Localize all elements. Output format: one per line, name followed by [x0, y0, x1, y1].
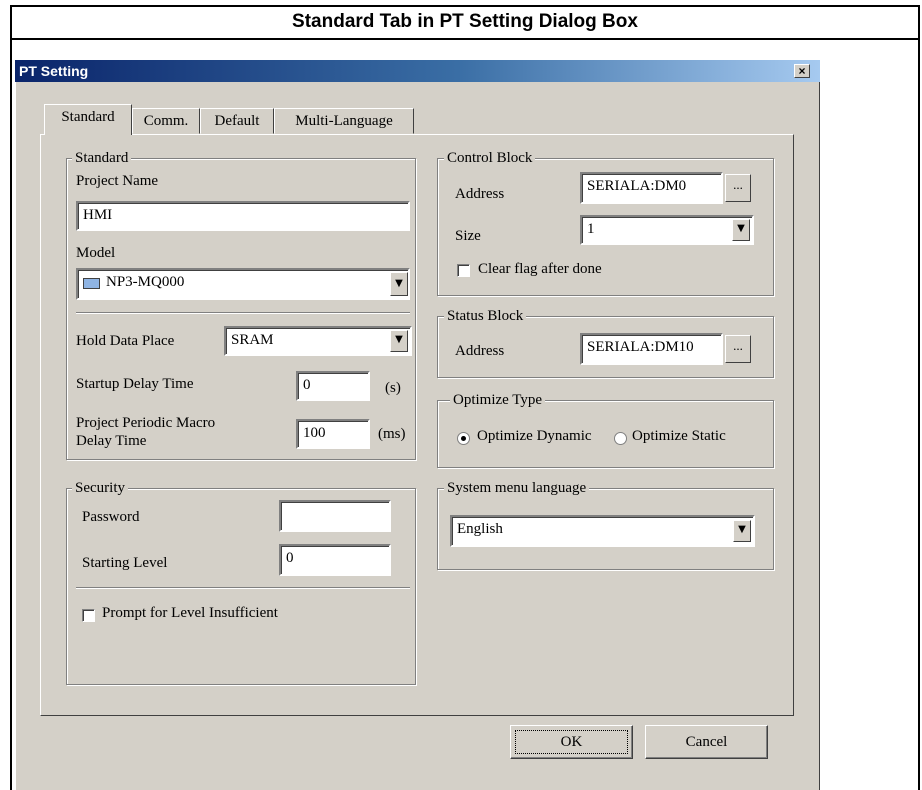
size-label: Size	[455, 228, 481, 244]
security-group-legend: Security	[72, 479, 128, 497]
startup-delay-unit: (s)	[385, 380, 401, 396]
system-menu-language-legend: System menu language	[444, 479, 590, 497]
tab-multi-language[interactable]: Multi-Language	[274, 108, 414, 134]
close-button[interactable]: ×	[794, 64, 810, 78]
hold-data-place-dropdown-button[interactable]: ▼	[390, 330, 408, 352]
control-address-browse-button[interactable]: ...	[725, 174, 751, 202]
model-value: NP3-MQ000	[106, 274, 185, 290]
cancel-label: Cancel	[685, 734, 728, 750]
project-name-input[interactable]: HMI	[76, 201, 410, 231]
control-address-input[interactable]: SERIALA:DM0	[580, 172, 723, 204]
dialog-titlebar[interactable]	[15, 60, 820, 82]
optimize-dynamic-radio[interactable]	[457, 432, 470, 445]
clear-flag-checkbox[interactable]	[457, 264, 470, 277]
dialog-title: PT Setting	[19, 63, 89, 79]
password-input[interactable]	[279, 500, 391, 532]
macro-delay-label-line2: Delay Time	[76, 433, 147, 449]
control-address-label: Address	[455, 186, 505, 202]
system-menu-language-dropdown-button[interactable]: ▼	[733, 520, 751, 542]
figure-caption: Standard Tab in PT Setting Dialog Box	[10, 5, 920, 40]
size-dropdown-button[interactable]: ▼	[732, 219, 750, 241]
ok-focus-rect	[515, 730, 628, 754]
starting-level-label: Starting Level	[82, 555, 168, 571]
tab-default[interactable]: Default	[200, 108, 274, 134]
startup-delay-input[interactable]: 0	[296, 371, 370, 401]
security-separator	[76, 587, 410, 589]
standard-group-legend: Standard	[72, 149, 132, 167]
standard-separator	[76, 312, 410, 314]
model-label: Model	[76, 245, 116, 261]
close-icon: ×	[798, 64, 806, 78]
model-dropdown-button[interactable]: ▼	[390, 272, 408, 296]
hold-data-place-select[interactable]: SRAM	[224, 326, 412, 356]
status-address-browse-button[interactable]: ...	[725, 335, 751, 363]
hold-data-place-label: Hold Data Place	[76, 333, 175, 349]
status-address-input[interactable]: SERIALA:DM10	[580, 333, 723, 365]
password-label: Password	[82, 509, 140, 525]
radio-selected-dot	[461, 436, 466, 441]
cancel-button[interactable]: Cancel	[645, 725, 768, 759]
control-block-legend: Control Block	[444, 149, 536, 167]
tab-standard[interactable]: Standard	[44, 104, 132, 135]
tab-comm[interactable]: Comm.	[132, 108, 200, 134]
ok-button[interactable]: OK	[510, 725, 633, 759]
optimize-static-radio[interactable]	[614, 432, 627, 445]
startup-delay-label: Startup Delay Time	[76, 376, 194, 392]
macro-delay-label-line1: Project Periodic Macro	[76, 415, 216, 431]
clear-flag-label: Clear flag after done	[478, 261, 602, 277]
optimize-type-legend: Optimize Type	[450, 391, 546, 409]
optimize-dynamic-label: Optimize Dynamic	[477, 428, 592, 444]
optimize-static-label: Optimize Static	[632, 428, 726, 444]
status-block-legend: Status Block	[444, 307, 527, 325]
starting-level-input[interactable]: 0	[279, 544, 391, 576]
macro-delay-input[interactable]: 100	[296, 419, 370, 449]
prompt-level-checkbox[interactable]	[82, 609, 95, 622]
display-icon	[83, 278, 100, 289]
prompt-level-label: Prompt for Level Insufficient	[102, 605, 278, 621]
size-select[interactable]: 1	[580, 215, 754, 245]
project-name-label: Project Name	[76, 173, 159, 189]
status-address-label: Address	[455, 343, 505, 359]
system-menu-language-select[interactable]: English	[450, 515, 755, 547]
macro-delay-unit: (ms)	[378, 426, 406, 442]
model-select[interactable]: NP3-MQ000	[76, 268, 410, 300]
